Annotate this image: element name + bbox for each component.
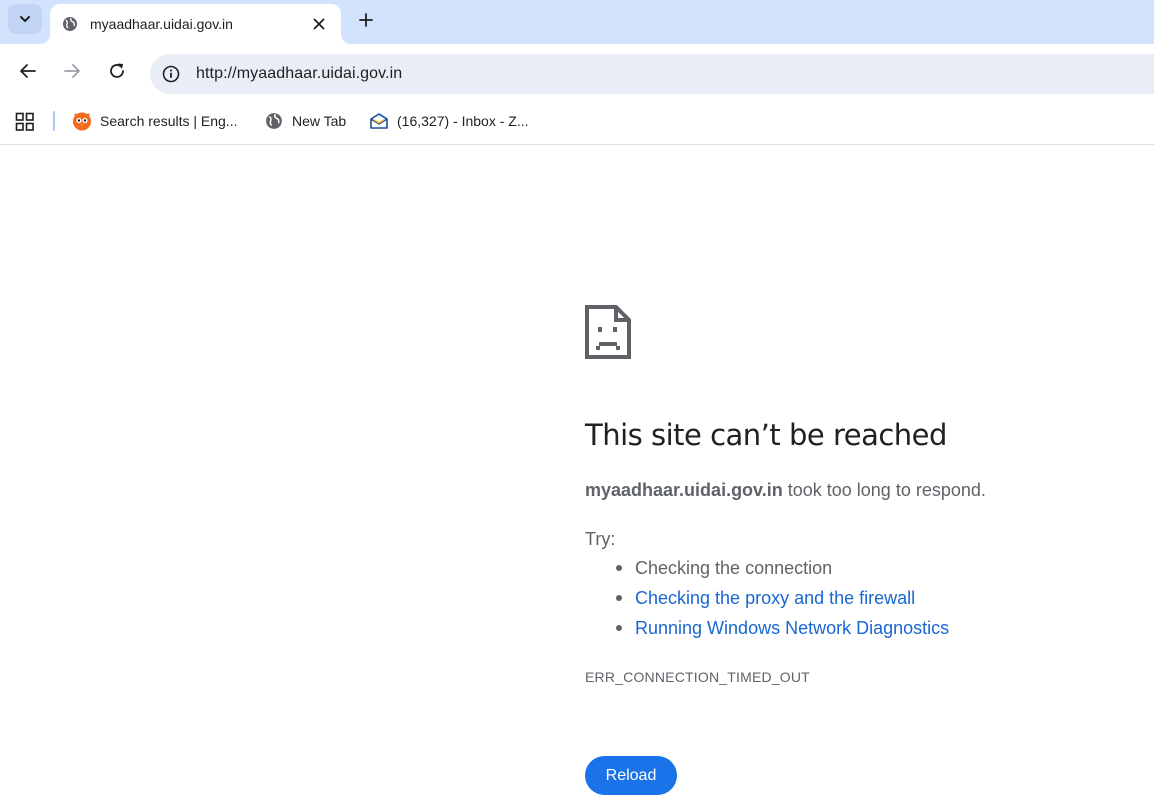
suggestion-link-network-diagnostics[interactable]: Running Windows Network Diagnostics xyxy=(615,617,949,647)
try-label: Try: xyxy=(585,529,616,549)
globe-icon xyxy=(264,111,284,131)
error-host: myaadhaar.uidai.gov.in xyxy=(585,480,783,500)
error-page: This site can’t be reached myaadhaar.uid… xyxy=(0,146,1154,797)
bookmark-label: New Tab xyxy=(292,113,347,129)
error-message: took too long to respond. xyxy=(782,480,986,500)
reload-page-button[interactable]: Reload xyxy=(585,756,677,795)
chevron-down-icon xyxy=(20,16,30,22)
plus-icon xyxy=(359,13,373,27)
forward-button[interactable] xyxy=(60,59,84,83)
suggestion-item: Checking the connection xyxy=(615,557,949,587)
owl-icon xyxy=(72,111,92,131)
tab-strip: myaadhaar.uidai.gov.in xyxy=(0,0,1154,44)
bookmarks-separator xyxy=(53,111,55,131)
info-icon[interactable] xyxy=(161,64,181,84)
toolbar: http://myaadhaar.uidai.gov.in xyxy=(0,44,1154,102)
tab-title: myaadhaar.uidai.gov.in xyxy=(90,16,233,32)
apps-grid-icon[interactable] xyxy=(15,112,35,132)
bookmark-item[interactable]: Search results | Eng... xyxy=(72,108,237,134)
suggestions-list: Checking the connection Checking the pro… xyxy=(615,557,949,647)
error-title: This site can’t be reached xyxy=(585,418,947,452)
mail-icon xyxy=(369,111,389,131)
refresh-icon xyxy=(110,63,124,78)
bookmark-label: (16,327) - Inbox - Z... xyxy=(397,113,529,129)
suggestion-link-proxy-firewall[interactable]: Checking the proxy and the firewall xyxy=(615,587,949,617)
arrow-left-icon xyxy=(20,64,36,78)
sad-page-icon xyxy=(585,305,631,359)
bookmark-item[interactable]: (16,327) - Inbox - Z... xyxy=(369,108,529,134)
reload-button[interactable] xyxy=(105,59,129,83)
bookmark-item[interactable]: New Tab xyxy=(264,108,346,134)
url-text[interactable]: http://myaadhaar.uidai.gov.in xyxy=(196,65,402,83)
bookmarks-bar: Search results | Eng... New Tab (16,327)… xyxy=(0,102,1154,145)
globe-icon xyxy=(62,16,78,32)
arrow-right-icon xyxy=(64,64,80,78)
new-tab-button[interactable] xyxy=(354,8,378,32)
error-code: ERR_CONNECTION_TIMED_OUT xyxy=(585,669,810,685)
back-button[interactable] xyxy=(16,59,40,83)
address-bar[interactable]: http://myaadhaar.uidai.gov.in xyxy=(150,54,1154,94)
error-description: myaadhaar.uidai.gov.in took too long to … xyxy=(585,480,986,501)
close-icon[interactable] xyxy=(309,14,329,34)
browser-tab[interactable]: myaadhaar.uidai.gov.in xyxy=(50,4,341,44)
bookmark-label: Search results | Eng... xyxy=(100,113,238,129)
tab-search-button[interactable] xyxy=(8,4,42,34)
